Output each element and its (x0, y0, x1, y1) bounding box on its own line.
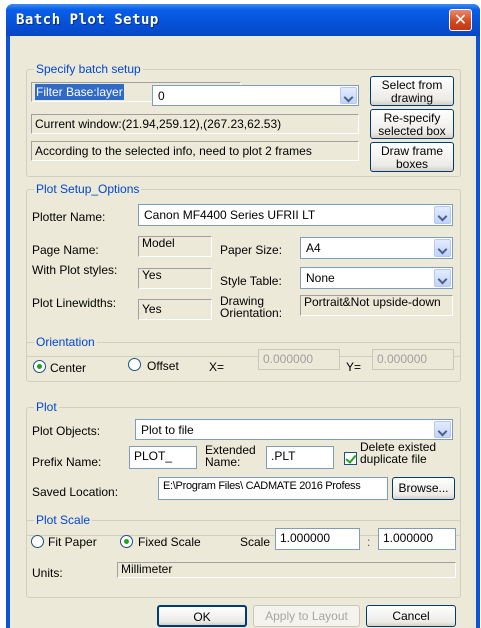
offset-label: Offset (147, 359, 179, 373)
chevron-down-icon[interactable] (434, 206, 451, 224)
close-button[interactable]: ✕ (449, 9, 472, 31)
x-label: X= (209, 360, 225, 374)
style-table-label: Style Table: (220, 274, 282, 288)
plot-title: Plot (34, 400, 59, 414)
ok-button[interactable]: OK (157, 605, 247, 627)
draw-frame-boxes-button[interactable]: Draw frame boxes (370, 142, 454, 172)
plot-linewidths-label: Plot Linewidths: (32, 296, 117, 310)
browse-button[interactable]: Browse... (392, 477, 455, 500)
units-label: Units: (32, 566, 63, 580)
paper-size-value: A4 (306, 241, 321, 255)
dialog-window: Batch Plot Setup ✕ Specify batch setup F… (6, 4, 480, 628)
drawing-orientation-value: Portrait&Not upside-down (300, 295, 453, 316)
chevron-down-icon[interactable] (340, 87, 357, 104)
plot-scale-title: Plot Scale (34, 513, 93, 527)
filter-layer-value: 0 (158, 89, 165, 103)
plot-objects-value: Plot to file (141, 423, 194, 437)
plot-setup-title: Plot Setup_Options (34, 182, 142, 196)
drawing-orientation-label: Drawing Orientation: (220, 294, 283, 320)
dialog-title: Batch Plot Setup (16, 12, 159, 28)
plotter-name-label: Plotter Name: (32, 210, 106, 224)
select-from-drawing-button[interactable]: Select from drawing (370, 76, 454, 106)
plotter-name-combo[interactable]: Canon MF4400 Series UFRII LT (138, 204, 453, 226)
apply-to-layout-button[interactable]: Apply to Layout (253, 605, 360, 627)
fixed-scale-radio[interactable] (120, 535, 133, 548)
saved-location-label: Saved Location: (32, 485, 119, 499)
center-label: Center (50, 361, 87, 375)
delete-duplicate-label: Delete existed duplicate file (360, 440, 437, 466)
cancel-button[interactable]: Cancel (366, 605, 456, 627)
center-radio[interactable] (33, 360, 46, 373)
x-offset-field[interactable]: 0.000000 (258, 349, 340, 370)
current-window-text: Current window:(21.94,259.12),(267.23,62… (31, 114, 359, 134)
scale-value-1-field[interactable]: 1.000000 (275, 528, 360, 550)
style-table-combo[interactable]: None (300, 267, 453, 289)
style-table-value: None (306, 271, 335, 285)
dialog-client: Specify batch setup Filter Base:layer 0 … (10, 36, 476, 628)
fixed-scale-label: Fixed Scale (138, 535, 201, 549)
scale-label: Scale (240, 535, 271, 549)
close-icon: ✕ (453, 10, 468, 29)
fit-paper-label: Fit Paper (48, 535, 97, 549)
batch-info-text: According to the selected info, need to … (31, 141, 359, 161)
chevron-down-icon[interactable] (434, 421, 451, 438)
plot-objects-label: Plot Objects: (32, 424, 101, 438)
prefix-name-label: Prefix Name: (32, 455, 102, 469)
extended-name-label: Extended Name: (205, 443, 256, 469)
scale-separator: : (367, 535, 371, 549)
page-name-value: Model (138, 236, 212, 257)
paper-size-label: Paper Size: (220, 243, 283, 257)
y-label: Y= (346, 360, 362, 374)
offset-radio[interactable] (128, 358, 141, 371)
chevron-down-icon[interactable] (434, 269, 451, 287)
plot-objects-combo[interactable]: Plot to file (135, 419, 453, 440)
scale-value-2-field[interactable]: 1.000000 (378, 528, 456, 550)
fit-paper-radio[interactable] (31, 535, 44, 548)
respecify-selected-box-button[interactable]: Re-specify selected box (370, 109, 454, 139)
title-bar[interactable]: Batch Plot Setup ✕ (6, 4, 480, 36)
delete-duplicate-checkbox[interactable] (344, 452, 357, 465)
saved-location-field[interactable]: E:\Program Files\ CADMATE 2016 Profess (158, 477, 388, 500)
chevron-down-icon[interactable] (434, 239, 451, 257)
extended-name-field[interactable]: .PLT (266, 446, 334, 469)
filter-layer-combo[interactable]: 0 (152, 85, 359, 106)
units-value: Millimeter (117, 562, 456, 578)
orientation-title: Orientation (34, 335, 97, 349)
with-plot-styles-value: Yes (138, 268, 212, 289)
plotter-name-value: Canon MF4400 Series UFRII LT (144, 208, 316, 222)
prefix-name-field[interactable]: PLOT_ (129, 446, 197, 469)
page-name-label: Page Name: (32, 243, 99, 257)
plot-linewidths-value: Yes (138, 299, 212, 320)
with-plot-styles-label: With Plot styles: (32, 263, 118, 277)
batch-setup-title: Specify batch setup (34, 62, 143, 76)
y-offset-field[interactable]: 0.000000 (372, 349, 454, 370)
paper-size-combo[interactable]: A4 (300, 237, 453, 259)
